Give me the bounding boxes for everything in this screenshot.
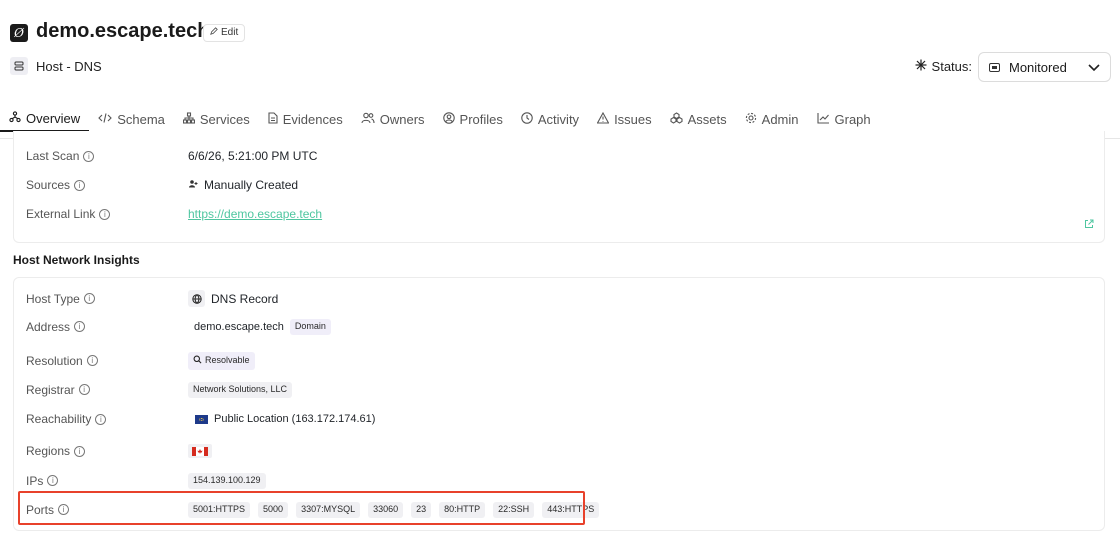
gear-icon xyxy=(745,112,757,127)
pencil-icon xyxy=(210,25,218,41)
tab-services[interactable]: Services xyxy=(174,107,259,132)
tab-schema[interactable]: Schema xyxy=(89,107,174,132)
info-icon[interactable]: i xyxy=(74,445,86,457)
info-icon[interactable]: i xyxy=(86,355,98,367)
edit-button[interactable]: Edit xyxy=(203,24,246,42)
asset-details-card: Last Scan i 6/6/26, 5:21:00 PM UTC Source… xyxy=(13,131,1105,243)
asset-type-label: Host - DNS xyxy=(36,59,102,74)
regions-row: Regions i xyxy=(26,444,212,458)
registrar-row: Registrar i Network Solutions, LLC xyxy=(26,382,293,398)
external-link-icon[interactable] xyxy=(1084,216,1094,234)
tab-label: Services xyxy=(199,112,250,127)
tab-label: Owners xyxy=(379,112,425,127)
ips-row: IPs i 154.139.100.129 xyxy=(26,473,266,489)
section-title: Host Network Insights xyxy=(13,253,140,267)
status-label: Status: xyxy=(931,59,972,74)
external-link-label: External Link xyxy=(26,207,96,221)
tab-label: Graph xyxy=(834,112,871,127)
globe-icon xyxy=(188,290,205,307)
resolution-value: Resolvable xyxy=(205,355,250,365)
ip-badge: 154.139.100.129 xyxy=(188,473,266,489)
status-value: Monitored xyxy=(1009,59,1067,75)
edit-button-label: Edit xyxy=(221,27,239,38)
eu-flag-icon xyxy=(195,414,208,424)
info-icon[interactable]: i xyxy=(74,179,86,191)
code-icon xyxy=(98,112,112,127)
sources-value: Manually Created xyxy=(204,178,299,192)
info-icon[interactable]: i xyxy=(83,150,95,162)
last-scan-label: Last Scan xyxy=(26,149,80,163)
reachability-label: Reachability xyxy=(26,412,92,426)
resolution-row: Resolution i Resolvable xyxy=(26,352,255,370)
address-value: demo.escape.tech xyxy=(194,320,284,333)
info-icon[interactable]: i xyxy=(74,321,86,333)
regions-label: Regions xyxy=(26,444,71,458)
user-icon xyxy=(188,178,198,192)
last-scan-value: 6/6/26, 5:21:00 PM UTC xyxy=(188,149,318,163)
tab-assets[interactable]: Assets xyxy=(661,107,736,132)
assets-icon xyxy=(670,112,683,127)
address-row: Address i demo.escape.tech Domain xyxy=(26,319,331,335)
chart-icon xyxy=(816,112,830,127)
server-icon xyxy=(10,57,28,75)
sources-row: Sources i Manually Created xyxy=(26,178,298,192)
registrar-label: Registrar xyxy=(26,382,75,397)
resolution-label: Resolution xyxy=(26,353,83,368)
host-type-label: Host Type xyxy=(26,291,80,306)
page-title: demo.escape.tech xyxy=(36,20,210,42)
app-logo-icon: Ø xyxy=(10,24,28,42)
info-icon[interactable]: i xyxy=(99,208,111,220)
document-icon xyxy=(268,112,278,127)
tab-label: Evidences xyxy=(282,112,343,127)
info-icon[interactable]: i xyxy=(78,384,90,396)
registrar-value: Network Solutions, LLC xyxy=(188,382,293,398)
canada-flag-icon xyxy=(188,444,212,458)
tab-label: Profiles xyxy=(459,112,503,127)
clock-icon xyxy=(521,112,533,127)
host-type-value: DNS Record xyxy=(211,291,279,306)
tab-graph[interactable]: Graph xyxy=(808,107,880,132)
tab-label: Overview xyxy=(26,111,81,126)
chevron-down-icon xyxy=(1088,60,1100,75)
reachability-value: Public Location (163.172.174.61) xyxy=(214,413,376,425)
services-icon xyxy=(182,112,195,127)
resolution-badge: Resolvable xyxy=(188,352,255,370)
overview-icon xyxy=(9,111,21,126)
tab-activity[interactable]: Activity xyxy=(512,107,588,132)
tab-overview[interactable]: Overview xyxy=(0,107,90,132)
search-icon xyxy=(193,355,202,367)
host-type-row: Host Type i DNS Record xyxy=(26,290,278,307)
tab-label: Issues xyxy=(614,112,652,127)
tab-owners[interactable]: Owners xyxy=(352,107,434,132)
users-icon xyxy=(361,112,375,127)
tab-issues[interactable]: Issues xyxy=(588,107,661,132)
info-icon[interactable]: i xyxy=(83,293,95,304)
tab-label: Admin xyxy=(761,112,799,127)
profile-icon xyxy=(442,112,455,127)
external-link-row: External Link i https://demo.escape.tech xyxy=(26,207,322,221)
ips-label: IPs xyxy=(26,473,44,488)
snowflake-icon xyxy=(915,59,927,74)
status-label-group: Status: xyxy=(915,59,972,74)
external-link[interactable]: https://demo.escape.tech xyxy=(188,207,322,221)
tab-evidences[interactable]: Evidences xyxy=(259,107,352,132)
info-icon[interactable]: i xyxy=(47,475,59,487)
sources-label: Sources xyxy=(26,178,71,192)
tab-admin[interactable]: Admin xyxy=(736,107,808,132)
tab-label: Assets xyxy=(687,112,727,127)
monitor-icon xyxy=(989,60,1000,75)
warning-icon xyxy=(596,111,610,127)
info-icon[interactable]: i xyxy=(95,413,107,425)
tab-profiles[interactable]: Profiles xyxy=(434,107,512,132)
last-scan-row: Last Scan i 6/6/26, 5:21:00 PM UTC xyxy=(26,149,317,163)
tab-label: Schema xyxy=(117,112,165,127)
domain-badge: Domain xyxy=(289,319,331,335)
status-select[interactable]: Monitored xyxy=(978,52,1111,82)
page-header: Ø demo.escape.tech Edit Host - DNS Statu… xyxy=(0,0,1120,100)
ports-highlight-box xyxy=(18,491,585,525)
reachability-row: Reachability i Public Location (163.172.1… xyxy=(26,412,375,426)
address-label: Address xyxy=(26,319,71,334)
tab-label: Activity xyxy=(537,112,580,127)
